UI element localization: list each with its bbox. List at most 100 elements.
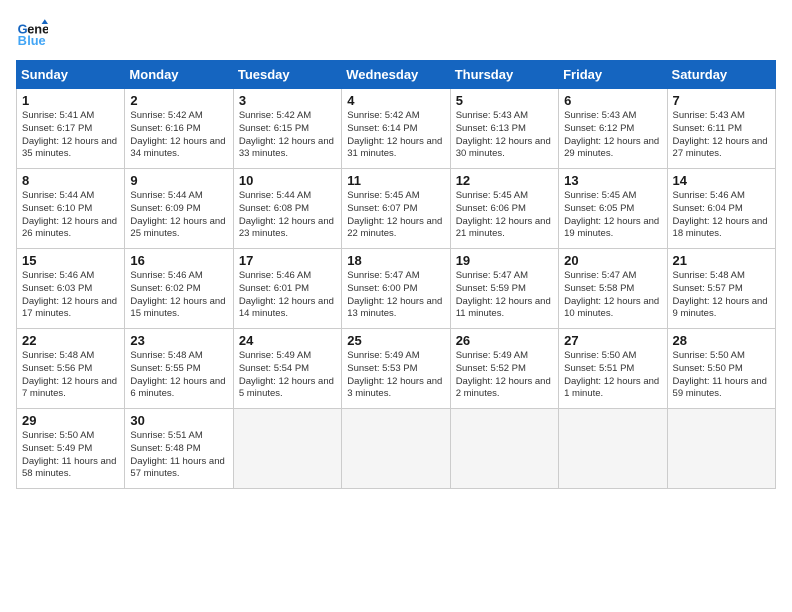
calendar-cell: 9 Sunrise: 5:44 AM Sunset: 6:09 PM Daylig… xyxy=(125,169,233,249)
cell-details: Sunrise: 5:47 AM Sunset: 6:00 PM Dayligh… xyxy=(347,270,444,321)
calendar-cell: 2 Sunrise: 5:42 AM Sunset: 6:16 PM Daylig… xyxy=(125,89,233,169)
calendar-cell: 4 Sunrise: 5:42 AM Sunset: 6:14 PM Daylig… xyxy=(342,89,450,169)
calendar-table: SundayMondayTuesdayWednesdayThursdayFrid… xyxy=(16,60,776,489)
cell-details: Sunrise: 5:44 AM Sunset: 6:09 PM Dayligh… xyxy=(130,190,227,241)
calendar-cell: 1Sunrise: 5:41 AM Sunset: 6:17 PM Daylig… xyxy=(17,89,125,169)
calendar-cell: 26 Sunrise: 5:49 AM Sunset: 5:52 PM Dayli… xyxy=(450,329,558,409)
weekday-header: Thursday xyxy=(450,61,558,89)
calendar-cell: 11Sunrise: 5:45 AM Sunset: 6:07 PM Dayli… xyxy=(342,169,450,249)
day-number: 15 xyxy=(22,253,119,268)
cell-details: Sunrise: 5:45 AM Sunset: 6:05 PM Dayligh… xyxy=(564,190,661,241)
cell-details: Sunrise: 5:45 AM Sunset: 6:06 PM Dayligh… xyxy=(456,190,553,241)
day-number: 21 xyxy=(673,253,770,268)
day-number: 7 xyxy=(673,93,770,108)
cell-details: Sunrise: 5:47 AM Sunset: 5:58 PM Dayligh… xyxy=(564,270,661,321)
day-number: 4 xyxy=(347,93,444,108)
day-number: 25 xyxy=(347,333,444,348)
cell-details: Sunrise: 5:43 AM Sunset: 6:11 PM Dayligh… xyxy=(673,110,770,161)
day-number: 16 xyxy=(130,253,227,268)
svg-text:lue: lue xyxy=(27,33,46,48)
day-number: 29 xyxy=(22,413,119,428)
calendar-cell: 10 Sunrise: 5:44 AM Sunset: 6:08 PM Dayli… xyxy=(233,169,341,249)
cell-details: Sunrise: 5:42 AM Sunset: 6:15 PM Dayligh… xyxy=(239,110,336,161)
calendar-cell: 3 Sunrise: 5:42 AM Sunset: 6:15 PM Daylig… xyxy=(233,89,341,169)
day-number: 8 xyxy=(22,173,119,188)
calendar-cell: 8 Sunrise: 5:44 AM Sunset: 6:10 PM Daylig… xyxy=(17,169,125,249)
cell-details: Sunrise: 5:47 AM Sunset: 5:59 PM Dayligh… xyxy=(456,270,553,321)
calendar-cell: 25 Sunrise: 5:49 AM Sunset: 5:53 PM Dayli… xyxy=(342,329,450,409)
calendar-cell: 15 Sunrise: 5:46 AM Sunset: 6:03 PM Dayli… xyxy=(17,249,125,329)
cell-details: Sunrise: 5:41 AM Sunset: 6:17 PM Dayligh… xyxy=(22,110,119,161)
day-number: 26 xyxy=(456,333,553,348)
svg-text:B: B xyxy=(18,33,27,48)
cell-details: Sunrise: 5:46 AM Sunset: 6:03 PM Dayligh… xyxy=(22,270,119,321)
day-number: 20 xyxy=(564,253,661,268)
day-number: 5 xyxy=(456,93,553,108)
day-number: 19 xyxy=(456,253,553,268)
calendar-cell: 14 Sunrise: 5:46 AM Sunset: 6:04 PM Dayli… xyxy=(667,169,775,249)
weekday-header: Monday xyxy=(125,61,233,89)
cell-details: Sunrise: 5:50 AM Sunset: 5:49 PM Dayligh… xyxy=(22,430,119,481)
day-number: 12 xyxy=(456,173,553,188)
cell-details: Sunrise: 5:43 AM Sunset: 6:12 PM Dayligh… xyxy=(564,110,661,161)
day-number: 3 xyxy=(239,93,336,108)
calendar-cell xyxy=(342,409,450,489)
day-number: 6 xyxy=(564,93,661,108)
calendar-cell: 29 Sunrise: 5:50 AM Sunset: 5:49 PM Dayli… xyxy=(17,409,125,489)
calendar-cell: 18 Sunrise: 5:47 AM Sunset: 6:00 PM Dayli… xyxy=(342,249,450,329)
cell-details: Sunrise: 5:49 AM Sunset: 5:52 PM Dayligh… xyxy=(456,350,553,401)
calendar-cell: 6 Sunrise: 5:43 AM Sunset: 6:12 PM Daylig… xyxy=(559,89,667,169)
weekday-header: Friday xyxy=(559,61,667,89)
calendar-cell: 21 Sunrise: 5:48 AM Sunset: 5:57 PM Dayli… xyxy=(667,249,775,329)
cell-details: Sunrise: 5:48 AM Sunset: 5:56 PM Dayligh… xyxy=(22,350,119,401)
calendar-cell: 28 Sunrise: 5:50 AM Sunset: 5:50 PM Dayli… xyxy=(667,329,775,409)
day-number: 11 xyxy=(347,173,444,188)
cell-details: Sunrise: 5:42 AM Sunset: 6:16 PM Dayligh… xyxy=(130,110,227,161)
day-number: 13 xyxy=(564,173,661,188)
day-number: 28 xyxy=(673,333,770,348)
cell-details: Sunrise: 5:49 AM Sunset: 5:54 PM Dayligh… xyxy=(239,350,336,401)
day-number: 27 xyxy=(564,333,661,348)
cell-details: Sunrise: 5:49 AM Sunset: 5:53 PM Dayligh… xyxy=(347,350,444,401)
calendar-cell: 19 Sunrise: 5:47 AM Sunset: 5:59 PM Dayli… xyxy=(450,249,558,329)
day-number: 24 xyxy=(239,333,336,348)
calendar-cell xyxy=(233,409,341,489)
logo-icon: G eneral B lue xyxy=(16,16,48,48)
calendar-cell: 23Sunrise: 5:48 AM Sunset: 5:55 PM Dayli… xyxy=(125,329,233,409)
calendar-cell: 27 Sunrise: 5:50 AM Sunset: 5:51 PM Dayli… xyxy=(559,329,667,409)
cell-details: Sunrise: 5:46 AM Sunset: 6:02 PM Dayligh… xyxy=(130,270,227,321)
day-number: 9 xyxy=(130,173,227,188)
cell-details: Sunrise: 5:50 AM Sunset: 5:51 PM Dayligh… xyxy=(564,350,661,401)
cell-details: Sunrise: 5:51 AM Sunset: 5:48 PM Dayligh… xyxy=(130,430,227,481)
day-number: 30 xyxy=(130,413,227,428)
weekday-header: Sunday xyxy=(17,61,125,89)
calendar-cell: 20 Sunrise: 5:47 AM Sunset: 5:58 PM Dayli… xyxy=(559,249,667,329)
cell-details: Sunrise: 5:50 AM Sunset: 5:50 PM Dayligh… xyxy=(673,350,770,401)
weekday-header: Wednesday xyxy=(342,61,450,89)
cell-details: Sunrise: 5:46 AM Sunset: 6:01 PM Dayligh… xyxy=(239,270,336,321)
calendar-cell: 17 Sunrise: 5:46 AM Sunset: 6:01 PM Dayli… xyxy=(233,249,341,329)
day-number: 10 xyxy=(239,173,336,188)
page-header: G eneral B lue xyxy=(16,16,776,48)
cell-details: Sunrise: 5:44 AM Sunset: 6:10 PM Dayligh… xyxy=(22,190,119,241)
day-number: 18 xyxy=(347,253,444,268)
calendar-cell: 30 Sunrise: 5:51 AM Sunset: 5:48 PM Dayli… xyxy=(125,409,233,489)
weekday-header: Saturday xyxy=(667,61,775,89)
cell-details: Sunrise: 5:44 AM Sunset: 6:08 PM Dayligh… xyxy=(239,190,336,241)
cell-details: Sunrise: 5:48 AM Sunset: 5:57 PM Dayligh… xyxy=(673,270,770,321)
calendar-cell: 16 Sunrise: 5:46 AM Sunset: 6:02 PM Dayli… xyxy=(125,249,233,329)
day-number: 14 xyxy=(673,173,770,188)
calendar-cell: 24 Sunrise: 5:49 AM Sunset: 5:54 PM Dayli… xyxy=(233,329,341,409)
day-number: 2 xyxy=(130,93,227,108)
day-number: 17 xyxy=(239,253,336,268)
cell-details: Sunrise: 5:46 AM Sunset: 6:04 PM Dayligh… xyxy=(673,190,770,241)
logo: G eneral B lue xyxy=(16,16,54,48)
cell-details: Sunrise: 5:43 AM Sunset: 6:13 PM Dayligh… xyxy=(456,110,553,161)
day-number: 22 xyxy=(22,333,119,348)
calendar-cell: 12 Sunrise: 5:45 AM Sunset: 6:06 PM Dayli… xyxy=(450,169,558,249)
calendar-cell: 7 Sunrise: 5:43 AM Sunset: 6:11 PM Daylig… xyxy=(667,89,775,169)
calendar-cell xyxy=(559,409,667,489)
calendar-cell: 13 Sunrise: 5:45 AM Sunset: 6:05 PM Dayli… xyxy=(559,169,667,249)
calendar-cell: 22 Sunrise: 5:48 AM Sunset: 5:56 PM Dayli… xyxy=(17,329,125,409)
cell-details: Sunrise: 5:42 AM Sunset: 6:14 PM Dayligh… xyxy=(347,110,444,161)
